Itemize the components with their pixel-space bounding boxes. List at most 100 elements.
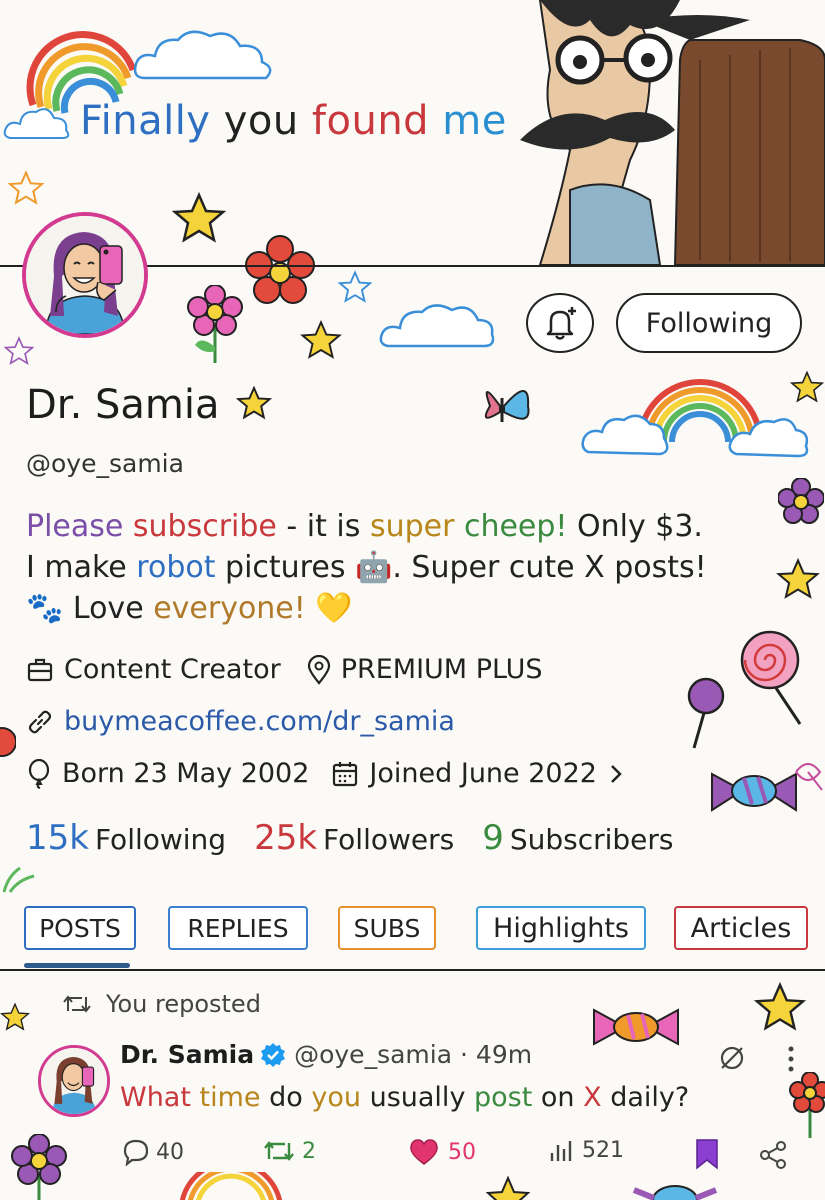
repost-action[interactable]: 2 [262,1138,316,1164]
tab-replies[interactable]: REPLIES [168,906,308,950]
post-header: Dr. Samia @oye_samia · 49m [120,1040,532,1069]
share-icon[interactable] [758,1140,788,1170]
profile-handle: @oye_samia [26,449,184,478]
followers-count[interactable]: 25k [254,818,317,858]
following-count[interactable]: 15k [26,818,89,858]
flower-edge-illustration [0,727,16,757]
bio-text: - it is [276,509,370,544]
profile-stats: 15k Following 25k Followers 9 Subscriber… [26,818,702,858]
avatar[interactable] [22,212,148,338]
flower-red-illustration [245,235,315,304]
repost-label: You reposted [106,990,261,1018]
more-options-icon[interactable] [786,1044,796,1074]
profile-website-link[interactable]: buymeacoffee.com/dr_samia [64,706,455,737]
notifications-bell-button[interactable] [526,293,594,353]
tab-highlights[interactable]: Highlights [476,906,646,950]
grass-illustration [2,866,35,893]
like-action[interactable]: 50 [408,1138,476,1166]
post-timestamp[interactable]: · 49m [460,1040,532,1069]
tagline-word: Finally [80,98,211,144]
cloud-illustration [379,304,495,348]
flower-pink-illustration [187,285,243,363]
post-text-word: time [199,1082,261,1113]
rainbow-bottom-illustration [179,1172,283,1200]
heart-icon [410,1139,438,1165]
lollipop-illustration [740,630,802,725]
bio-line: Please subscribe - it is super cheep! On… [26,506,786,547]
star-bottom-illustration [486,1176,530,1200]
briefcase-icon [26,657,54,683]
following-label[interactable]: Following [95,823,226,856]
star-illustration [172,192,226,243]
post-text-word: do [260,1082,312,1113]
post-text: What time do you usually post on X daily… [120,1082,689,1113]
calendar-icon [331,760,359,788]
profile-category: Content Creator [64,654,281,685]
star-blue-illustration [338,270,372,303]
following-button[interactable]: Following [616,293,802,353]
bio-text: I make [26,550,137,585]
active-tab-indicator [24,963,130,968]
star-illustration [790,370,824,403]
butterfly-illustration [484,390,530,422]
post-text-word: you [311,1082,362,1113]
avatar-girl-illustration [26,216,144,334]
tab-articles[interactable]: Articles [674,906,808,950]
candy-bottom-illustration [632,1185,718,1200]
profile-joined-date[interactable]: Joined June 2022 [369,758,597,789]
tab-posts[interactable]: POSTS [24,906,136,950]
verified-badge-icon [261,1042,286,1067]
not-interested-icon[interactable] [718,1044,746,1072]
robot-emoji: 🤖 [354,550,393,585]
banner-man-with-mustache-illustration [520,0,825,265]
repost-icon [63,995,91,1013]
bio-line: 🐾 Love everyone! 💛 [26,588,786,629]
tabs-divider [0,969,825,971]
post-text-word: What [120,1082,191,1113]
cloud-small-illustration [3,108,70,139]
bio-text: robot [136,550,216,585]
bio-text: cheep! [463,509,568,544]
banner-tagline: Finally you found me [80,98,507,144]
flower-red-edge-illustration [789,1072,825,1138]
reply-bubble-icon [123,1139,149,1166]
heart-emoji: 💛 [315,591,353,626]
bookmark-icon[interactable] [694,1138,720,1170]
candy-illustration [711,772,797,812]
lollipop-purple-illustration [687,677,725,749]
bio-text: . Super cute X posts! [392,550,707,585]
post-text-word: X [583,1082,602,1113]
balloon-icon [26,758,52,789]
chevron-right-icon[interactable] [609,763,623,785]
profile-location: PREMIUM PLUS [340,654,543,685]
bio-text [454,509,464,544]
post-text-word: on [532,1082,584,1113]
profile-name-row: Dr. Samia [26,382,273,428]
tab-subs[interactable]: SUBS [338,906,436,950]
tagline-word: you [223,98,299,144]
paw-emoji: 🐾 [26,591,64,626]
reply-action[interactable]: 40 [122,1138,184,1166]
profile-dates-row: Born 23 May 2002 Joined June 2022 [26,758,623,789]
profile-name: Dr. Samia [26,382,220,428]
subscribers-count[interactable]: 9 [482,818,504,858]
repost-arrows-icon [264,1141,294,1161]
followers-label[interactable]: Followers [323,823,454,856]
post-avatar-illustration [41,1048,107,1114]
bell-plus-icon [546,307,576,340]
rainbow-cloud-illustration [581,379,809,458]
bio-line: I make robot pictures 🤖. Super cute X po… [26,547,786,588]
views-action[interactable]: 521 [548,1138,624,1163]
views-bar-chart-icon [550,1140,572,1161]
post-text-word [191,1082,200,1113]
post-author-name[interactable]: Dr. Samia [120,1040,254,1069]
post-avatar[interactable] [38,1045,110,1117]
star-illustration [754,982,806,1031]
tagline-word: me [442,98,507,144]
like-count: 50 [448,1139,476,1165]
subscribers-label[interactable]: Subscribers [510,823,674,856]
post-author-handle[interactable]: @oye_samia [294,1040,452,1069]
bio-text: super [369,509,455,544]
bio-text [306,591,316,626]
bio-text: Only $3. [567,509,703,544]
